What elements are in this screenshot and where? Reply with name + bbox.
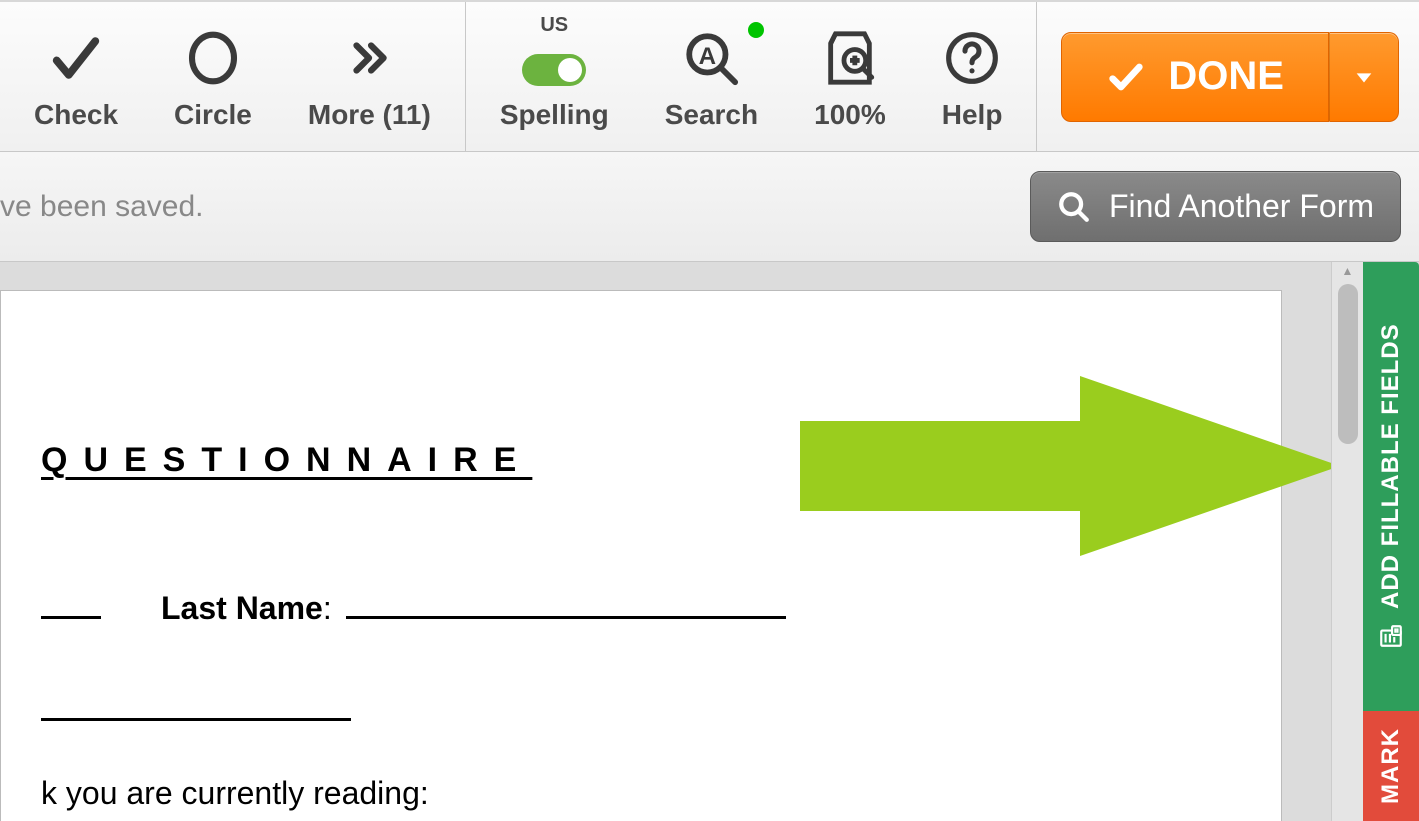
toolbar-group-tools: US Spelling A Search 100% Help [466,2,1038,151]
svg-text:A: A [699,43,716,70]
chevron-down-icon [1353,66,1375,88]
last-name-label: Last Name [161,590,323,627]
find-form-label: Find Another Form [1109,188,1374,225]
blank-field-line[interactable] [41,707,351,721]
last-name-row: Last Name: [41,590,1241,627]
toolbar-group-done: DONE [1037,2,1419,151]
mark-tab[interactable]: MARK [1363,711,1419,821]
scrollbar-up-icon[interactable]: ▲ [1332,264,1363,278]
help-button[interactable]: Help [914,2,1031,151]
help-icon [944,23,1000,93]
done-dropdown[interactable] [1329,32,1399,122]
done-label: DONE [1168,54,1284,99]
more-label: More (11) [308,99,431,131]
search-label: Search [665,99,758,131]
search-button[interactable]: A Search [637,2,786,151]
more-icon [344,23,394,93]
blank-field-short[interactable] [41,590,101,619]
document-viewport[interactable]: QUESTIONNAIRE Last Name: k you are curre… [0,262,1331,821]
more-button[interactable]: More (11) [280,2,459,151]
find-another-form-button[interactable]: Find Another Form [1030,171,1401,242]
scrollbar-thumb[interactable] [1338,284,1358,444]
search-icon [1057,190,1091,224]
questionnaire-title: QUESTIONNAIRE [41,441,1241,480]
spelling-toggle-icon[interactable] [522,54,586,86]
workspace: QUESTIONNAIRE Last Name: k you are curre… [0,262,1419,821]
check-label: Check [34,99,118,131]
toolbar-group-annotate: Check Circle More (11) [0,2,466,151]
done-button[interactable]: DONE [1061,32,1329,122]
reading-text-fragment: k you are currently reading: [41,775,1241,812]
zoom-label: 100% [814,99,886,131]
add-fields-label: ADD FILLABLE FIELDS [1377,324,1405,610]
circle-label: Circle [174,99,252,131]
side-tabs: ADD FILLABLE FIELDS MARK [1363,262,1419,821]
zoom-icon [821,23,879,93]
spelling-button[interactable]: US Spelling [472,2,637,151]
notification-dot-icon [748,22,764,38]
add-fillable-fields-tab[interactable]: ADD FILLABLE FIELDS [1363,262,1419,711]
status-bar: ve been saved. Find Another Form [0,152,1419,262]
mark-label: MARK [1377,728,1405,804]
status-text: ve been saved. [0,190,203,224]
help-label: Help [942,99,1003,131]
toolbar: Check Circle More (11) US Spelling A [0,0,1419,152]
spelling-label: Spelling [500,99,609,131]
circle-button[interactable]: Circle [146,2,280,151]
check-button[interactable]: Check [6,2,146,151]
last-name-field[interactable] [346,590,786,619]
check-icon [47,23,105,93]
search-icon: A [682,23,740,93]
spelling-lang: US [540,14,568,37]
vertical-scrollbar[interactable]: ▲ [1331,262,1363,821]
zoom-button[interactable]: 100% [786,2,914,151]
done-check-icon [1106,57,1146,97]
form-icon [1378,622,1404,650]
circle-icon [185,23,241,93]
document-page: QUESTIONNAIRE Last Name: k you are curre… [0,290,1282,821]
